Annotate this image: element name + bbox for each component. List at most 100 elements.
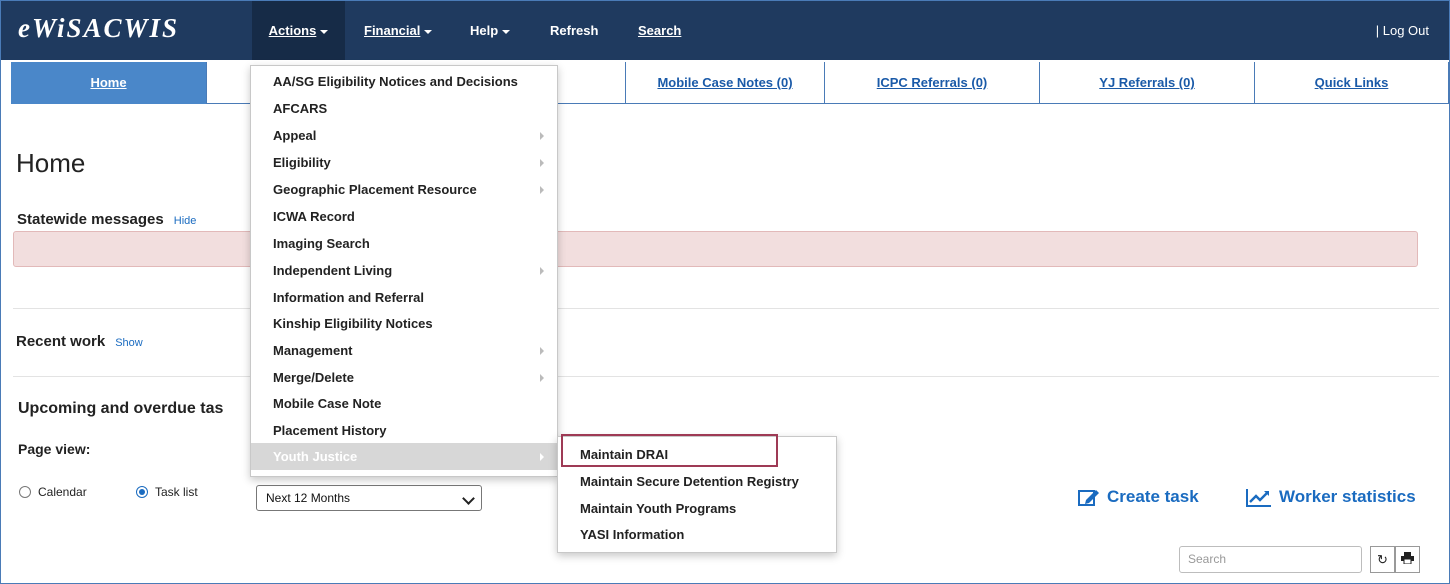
- page-view-label: Page view:: [18, 441, 91, 457]
- menu-item-placement-history[interactable]: Placement History: [251, 417, 557, 444]
- create-task-label: Create task: [1107, 487, 1199, 506]
- menu-item-label: Information and Referral: [273, 290, 424, 305]
- hide-link[interactable]: Hide: [174, 215, 197, 227]
- menu-item-label: Youth Justice: [273, 449, 358, 464]
- nav-refresh[interactable]: Refresh: [550, 1, 598, 60]
- nav-search-label: Search: [638, 23, 682, 38]
- page-title: Home: [16, 148, 86, 178]
- tab-mobile-case-notes-label: Mobile Case Notes (0): [657, 75, 793, 90]
- statewide-messages-title: Statewide messages: [17, 211, 164, 228]
- task-search-input[interactable]: Search: [1179, 546, 1362, 573]
- menu-item-mobile-case-note[interactable]: Mobile Case Note: [251, 390, 557, 417]
- nav-financial-label: Financial: [364, 23, 421, 38]
- caret-down-icon: [424, 29, 433, 34]
- submenu-arrow-icon: [540, 132, 544, 140]
- line-chart-icon: [1246, 488, 1271, 507]
- tab-home[interactable]: Home: [11, 62, 206, 104]
- print-icon: [1401, 552, 1414, 565]
- menu-item-secure-detention-registry[interactable]: Maintain Secure Detention Registry: [558, 468, 836, 495]
- submenu-arrow-icon: [540, 159, 544, 167]
- nav-actions-menu[interactable]: Actions: [252, 1, 345, 60]
- top-navbar: eWiSACWIS Actions Financial Help Refresh…: [1, 1, 1449, 60]
- tab-icpc-referrals[interactable]: ICPC Referrals (0): [824, 62, 1040, 104]
- radio-checked-icon[interactable]: [136, 486, 148, 498]
- menu-item-icwa-record[interactable]: ICWA Record: [251, 203, 557, 230]
- menu-item-eligibility[interactable]: Eligibility: [251, 149, 557, 176]
- tab-yj-referrals[interactable]: YJ Referrals (0): [1039, 62, 1255, 104]
- tab-quick-links-label: Quick Links: [1314, 75, 1389, 90]
- nav-help-menu[interactable]: Help: [470, 1, 511, 60]
- caret-down-icon: [320, 29, 329, 34]
- nav-actions-label: Actions: [268, 23, 317, 38]
- youth-justice-submenu: Maintain DRAI Maintain Secure Detention …: [557, 436, 837, 553]
- menu-item-label: AFCARS: [273, 101, 328, 116]
- refresh-icon: ↻: [1377, 552, 1388, 567]
- menu-item-aa-sg-eligibility[interactable]: AA/SG Eligibility Notices and Decisions: [251, 68, 557, 95]
- menu-item-afcars[interactable]: AFCARS: [251, 95, 557, 122]
- statewide-messages-alert: [13, 231, 1418, 267]
- menu-item-label: Mobile Case Note: [273, 396, 382, 411]
- print-button[interactable]: [1395, 546, 1420, 573]
- menu-item-label: YASI Information: [580, 527, 685, 542]
- period-select[interactable]: Next 12 Months: [256, 485, 482, 511]
- submenu-arrow-icon: [540, 374, 544, 382]
- submenu-arrow-icon: [540, 453, 544, 461]
- menu-item-label: Management: [273, 343, 353, 358]
- actions-dropdown-menu: AA/SG Eligibility Notices and Decisions …: [250, 65, 558, 477]
- menu-item-label: Maintain DRAI: [580, 447, 669, 462]
- search-placeholder: Search: [1188, 552, 1227, 566]
- submenu-arrow-icon: [540, 267, 544, 275]
- nav-help-label: Help: [470, 23, 499, 38]
- menu-item-label: Placement History: [273, 423, 387, 438]
- recent-work-heading: Recent work Show: [16, 333, 143, 350]
- recent-work-title: Recent work: [16, 333, 106, 350]
- menu-item-label: Geographic Placement Resource: [273, 182, 477, 197]
- divider: [13, 376, 1439, 377]
- menu-item-maintain-drai[interactable]: Maintain DRAI: [558, 441, 836, 468]
- menu-item-label: Maintain Secure Detention Registry: [580, 474, 799, 489]
- chevron-down-icon: [462, 492, 475, 505]
- menu-item-youth-justice[interactable]: Youth Justice: [251, 443, 557, 470]
- nav-refresh-label: Refresh: [550, 23, 599, 38]
- menu-item-label: ICWA Record: [273, 209, 355, 224]
- menu-item-label: Maintain Youth Programs: [580, 501, 737, 516]
- menu-item-independent-living[interactable]: Independent Living: [251, 257, 557, 284]
- menu-item-kinship-eligibility[interactable]: Kinship Eligibility Notices: [251, 310, 557, 337]
- menu-item-label: Imaging Search: [273, 236, 370, 251]
- radio-task-list-label: Task list: [155, 485, 198, 499]
- menu-item-maintain-youth-programs[interactable]: Maintain Youth Programs: [558, 495, 836, 522]
- radio-calendar-label: Calendar: [38, 485, 87, 499]
- refresh-button[interactable]: ↻: [1370, 546, 1395, 573]
- upcoming-tasks-heading: Upcoming and overdue tas: [18, 400, 224, 417]
- radio-calendar[interactable]: Calendar: [19, 485, 87, 499]
- create-task-link[interactable]: Create task: [1078, 487, 1199, 507]
- divider: [13, 308, 1439, 309]
- logout-link[interactable]: | Log Out: [1376, 1, 1429, 60]
- tab-mobile-case-notes[interactable]: Mobile Case Notes (0): [625, 62, 825, 104]
- radio-unchecked-icon[interactable]: [19, 486, 31, 498]
- show-link[interactable]: Show: [115, 337, 143, 349]
- menu-item-label: Eligibility: [273, 155, 331, 170]
- menu-item-merge-delete[interactable]: Merge/Delete: [251, 364, 557, 391]
- tab-quick-links[interactable]: Quick Links: [1254, 62, 1449, 104]
- menu-item-label: Merge/Delete: [273, 370, 354, 385]
- tab-home-label: Home: [90, 75, 127, 90]
- worker-statistics-link[interactable]: Worker statistics: [1246, 487, 1416, 507]
- menu-item-label: Kinship Eligibility Notices: [273, 316, 433, 331]
- app-logo: eWiSACWIS: [18, 13, 180, 43]
- statewide-messages-heading: Statewide messages Hide: [17, 211, 196, 228]
- menu-item-label: AA/SG Eligibility Notices and Decisions: [273, 74, 518, 89]
- nav-search[interactable]: Search: [638, 1, 681, 60]
- nav-financial-menu[interactable]: Financial: [364, 1, 433, 60]
- menu-item-appeal[interactable]: Appeal: [251, 122, 557, 149]
- tab-yj-referrals-label: YJ Referrals (0): [1099, 75, 1195, 90]
- menu-item-management[interactable]: Management: [251, 337, 557, 364]
- menu-item-imaging-search[interactable]: Imaging Search: [251, 230, 557, 257]
- menu-item-information-referral[interactable]: Information and Referral: [251, 284, 557, 311]
- edit-icon: [1078, 489, 1099, 506]
- menu-item-geographic-placement[interactable]: Geographic Placement Resource: [251, 176, 557, 203]
- menu-item-label: Appeal: [273, 128, 317, 143]
- caret-down-icon: [502, 29, 511, 34]
- radio-task-list[interactable]: Task list: [136, 485, 198, 499]
- menu-item-yasi-information[interactable]: YASI Information: [558, 521, 836, 548]
